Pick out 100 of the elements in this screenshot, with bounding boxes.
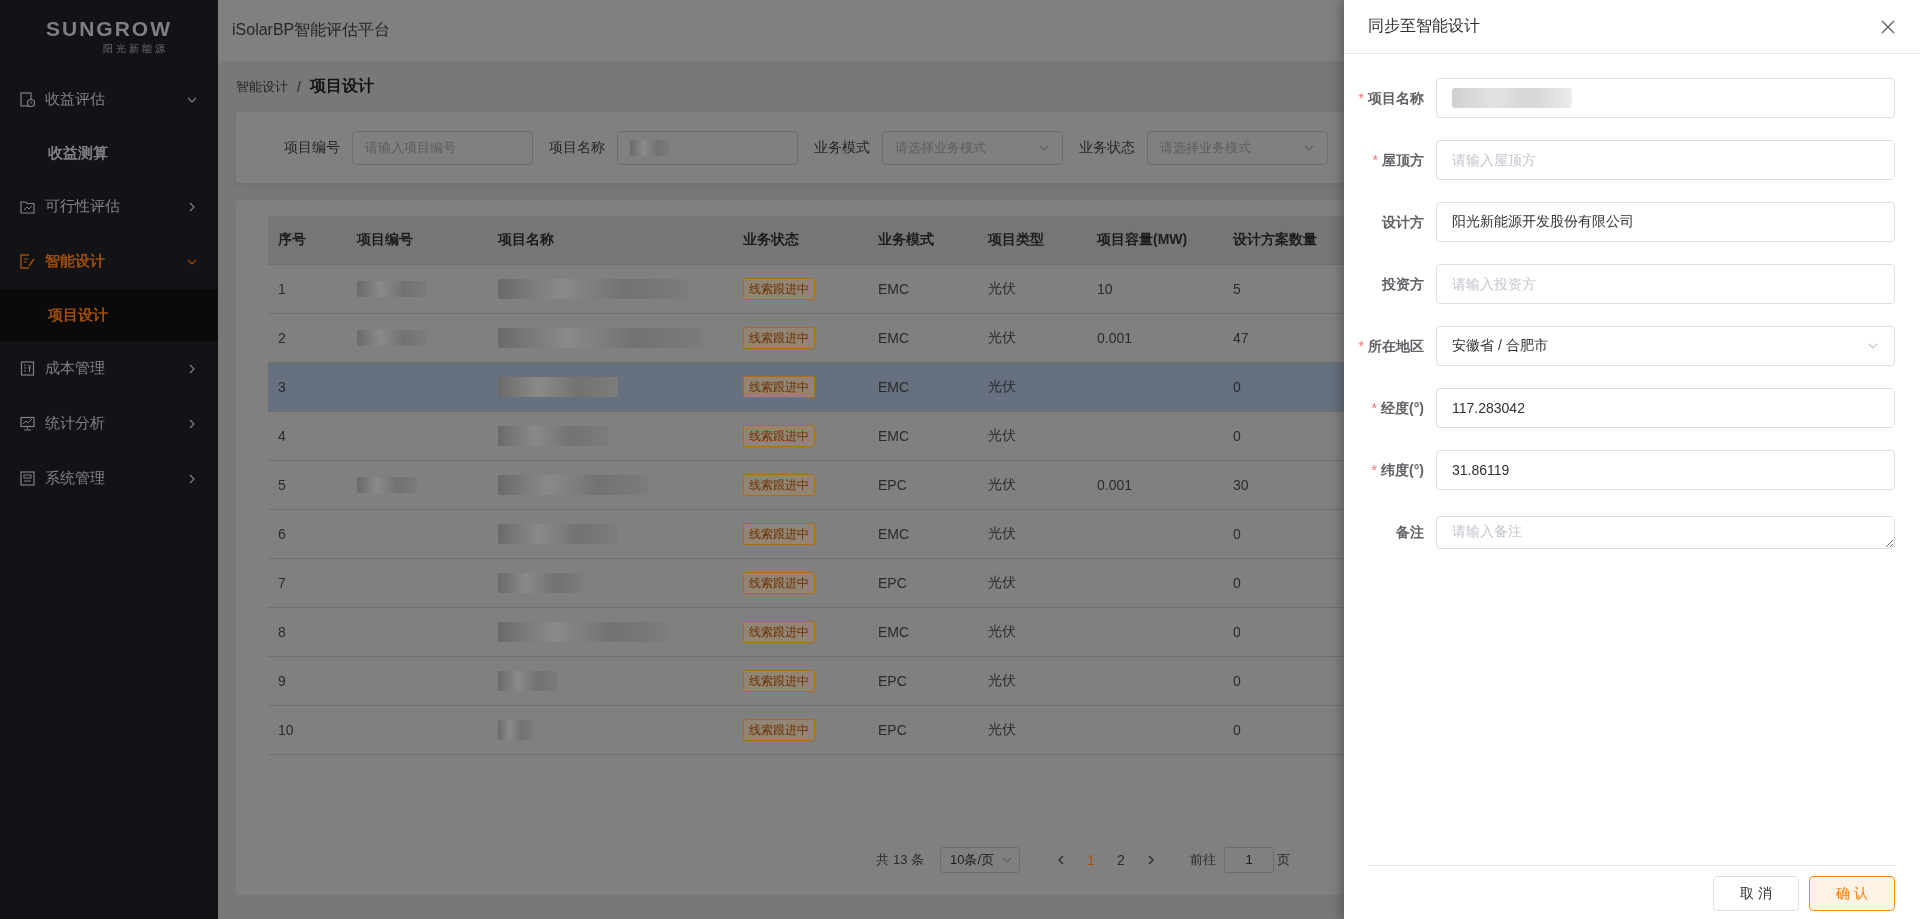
column-header: 设计方案数量 (1231, 230, 1318, 249)
filter-label: 业务模式 (814, 138, 870, 157)
input-field[interactable]: 31.86119 (1436, 450, 1895, 490)
table-row[interactable]: 4 线索跟进中 EMC 光伏 0 (268, 412, 1344, 461)
field-label: 所在地区 (1368, 338, 1424, 354)
required-mark: * (1372, 152, 1378, 168)
table-cell-text: EMC (877, 623, 911, 642)
table-cell-text: EMC (877, 427, 911, 446)
field-label: 备注 (1396, 524, 1424, 540)
table-row[interactable]: 9 线索跟进中 EPC 光伏 0 (268, 657, 1344, 706)
redacted-block (630, 139, 670, 156)
status-tag: 线索跟进中 (743, 719, 815, 741)
page-number[interactable]: 2 (1106, 851, 1136, 868)
table-cell-text: EPC (877, 721, 908, 740)
menu-item[interactable]: 收益评估 (0, 72, 218, 127)
submenu-item[interactable]: 项目设计 (0, 289, 218, 341)
goto-suffix: 页 (1277, 850, 1290, 869)
table-row[interactable]: 3 线索跟进中 EMC 光伏 0 (268, 363, 1344, 412)
submenu-item[interactable]: 收益测算 (0, 127, 218, 179)
field-label: 设计方 (1382, 214, 1424, 230)
table-cell-text: 2 (277, 329, 287, 348)
table-cell-text: EPC (877, 672, 908, 691)
field-label: 投资方 (1382, 276, 1424, 292)
monitor-chart-icon (20, 416, 35, 431)
menu-item[interactable]: 统计分析 (0, 396, 218, 451)
close-button[interactable] (1880, 18, 1896, 35)
status-tag: 线索跟进中 (743, 572, 815, 594)
input-field[interactable] (617, 130, 798, 165)
menu-item[interactable]: 智能设计 (0, 234, 218, 289)
page-size-select[interactable]: 10条/页 (940, 846, 1020, 873)
table-row[interactable]: 8 线索跟进中 EMC 光伏 0 (268, 608, 1344, 657)
table-cell-text: EMC (877, 280, 911, 299)
table-cell-text: 5 (277, 476, 287, 495)
table-row[interactable]: 10 线索跟进中 EPC 光伏 0 (268, 706, 1344, 755)
input-field[interactable]: 阳光新能源开发股份有限公司 (1436, 202, 1895, 242)
status-tag: 线索跟进中 (743, 670, 815, 692)
filter-label: 项目名称 (549, 138, 605, 157)
table-cell-text: 光伏 (987, 426, 1017, 445)
status-tag: 线索跟进中 (743, 425, 815, 447)
required-mark: * (1371, 400, 1378, 416)
window-panel-icon (20, 471, 35, 486)
column-header: 业务状态 (742, 230, 800, 249)
table-cell-text: 0.001 (1096, 476, 1134, 495)
status-tag: 线索跟进中 (743, 376, 815, 398)
menu-item[interactable]: 成本管理 (0, 341, 218, 396)
table-cell-text: EMC (877, 525, 911, 544)
table-cell-text: 7 (277, 574, 287, 593)
table-cell-text: 0 (1232, 574, 1242, 593)
table-cell-text: 0 (1232, 525, 1242, 544)
edit-document-icon (20, 254, 35, 269)
filter-label: 项目编号 (284, 138, 340, 157)
textarea-field[interactable]: 请输入备注 (1436, 516, 1895, 549)
column-header: 序号 (277, 230, 307, 249)
ledger-icon (20, 361, 35, 376)
table-row[interactable]: 7 线索跟进中 EPC 光伏 0 (268, 559, 1344, 608)
table-cell-text: 10 (1096, 280, 1114, 299)
breadcrumb-separator: / (297, 78, 301, 95)
table-cell-text: 光伏 (987, 720, 1017, 739)
required-mark: * (1358, 90, 1364, 106)
table-row[interactable]: 5 线索跟进中 EPC 光伏 0.001 30 (268, 461, 1344, 510)
field-label: 屋顶方 (1382, 152, 1424, 168)
table-cell-text: 0 (1232, 427, 1242, 446)
select-field[interactable]: 安徽省 / 合肥市 (1436, 326, 1895, 366)
confirm-button[interactable]: 确 认 (1809, 876, 1895, 911)
menu-item[interactable]: 可行性评估 (0, 179, 218, 234)
status-tag: 线索跟进中 (743, 278, 815, 300)
status-tag: 线索跟进中 (743, 327, 815, 349)
table-row[interactable]: 1 线索跟进中 EMC 光伏 10 5 (268, 265, 1344, 314)
input-field[interactable]: 117.283042 (1436, 388, 1895, 428)
table-cell-text: 光伏 (987, 377, 1017, 396)
breadcrumb-item[interactable]: 智能设计 (236, 77, 288, 96)
status-tag: 线索跟进中 (743, 523, 815, 545)
table-cell-text: 0.001 (1096, 329, 1134, 348)
table-cell-text: 光伏 (987, 622, 1017, 641)
status-tag: 线索跟进中 (743, 621, 815, 643)
folder-chart-icon (20, 199, 35, 214)
table-cell-text: 8 (277, 623, 287, 642)
table-cell-text: 4 (277, 427, 287, 446)
close-icon (1880, 18, 1896, 35)
table-cell-text: 光伏 (987, 328, 1017, 347)
table-cell-text: EPC (877, 574, 908, 593)
column-header: 项目容量(MW) (1095, 230, 1189, 249)
table-cell-text: 光伏 (987, 524, 1017, 543)
required-mark: * (1358, 338, 1364, 354)
table-cell-text: 光伏 (987, 671, 1017, 690)
brand-logo: SUNGROW (46, 18, 172, 39)
document-clock-icon (20, 92, 35, 107)
table-row[interactable]: 6 线索跟进中 EMC 光伏 0 (268, 510, 1344, 559)
table-cell-text: 6 (277, 525, 287, 544)
page-jump-field[interactable]: 1 (1224, 846, 1274, 873)
drawer-title: 同步至智能设计 (1368, 16, 1480, 36)
cancel-button[interactable]: 取 消 (1713, 876, 1799, 911)
field-label: 经度(°) (1381, 400, 1424, 416)
menu-item[interactable]: 系统管理 (0, 451, 218, 506)
table-cell-text: 0 (1232, 672, 1242, 691)
field-label: 项目名称 (1368, 90, 1424, 106)
filter-label: 业务状态 (1079, 138, 1135, 157)
field-label: 纬度(°) (1381, 462, 1424, 478)
table-cell-text: 3 (277, 378, 287, 397)
table-cell-text: 0 (1232, 623, 1242, 642)
